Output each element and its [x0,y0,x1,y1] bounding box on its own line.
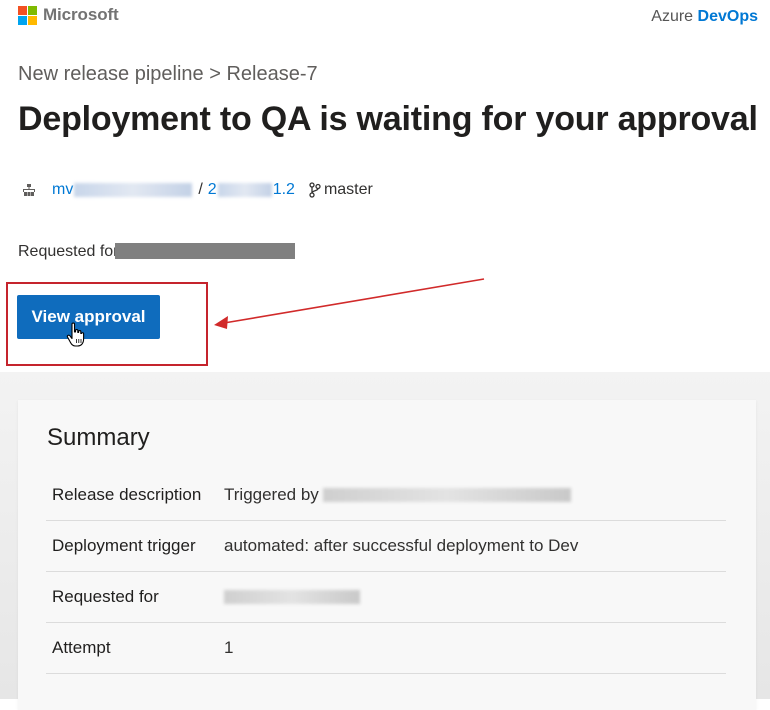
email-header-region: Microsoft Azure DevOps New release pipel… [0,0,770,372]
summary-card: Summary Release description Triggered by… [18,400,756,710]
summary-table: Release description Triggered by Deploym… [46,470,726,674]
blurred-trigger-source [322,488,571,502]
summary-row-deployment-trigger: Deployment trigger automated: after succ… [46,521,726,572]
release-description-text: Triggered by [224,485,319,504]
summary-row-release-description: Release description Triggered by [46,470,726,521]
row-label: Deployment trigger [52,536,196,555]
summary-region: Summary Release description Triggered by… [0,372,770,710]
row-label: Requested for [52,587,159,606]
summary-row-requested-for: Requested for [46,572,726,623]
row-value: Triggered by [224,485,571,505]
summary-row-attempt: Attempt 1 [46,623,726,674]
summary-title: Summary [47,424,150,451]
row-value [224,590,360,604]
row-value: automated: after successful deployment t… [224,536,579,555]
row-label: Release description [52,485,202,504]
row-value: 1 [224,638,234,657]
row-label: Attempt [52,638,111,657]
blurred-requester [224,590,360,604]
annotation-arrow-icon [214,278,485,329]
